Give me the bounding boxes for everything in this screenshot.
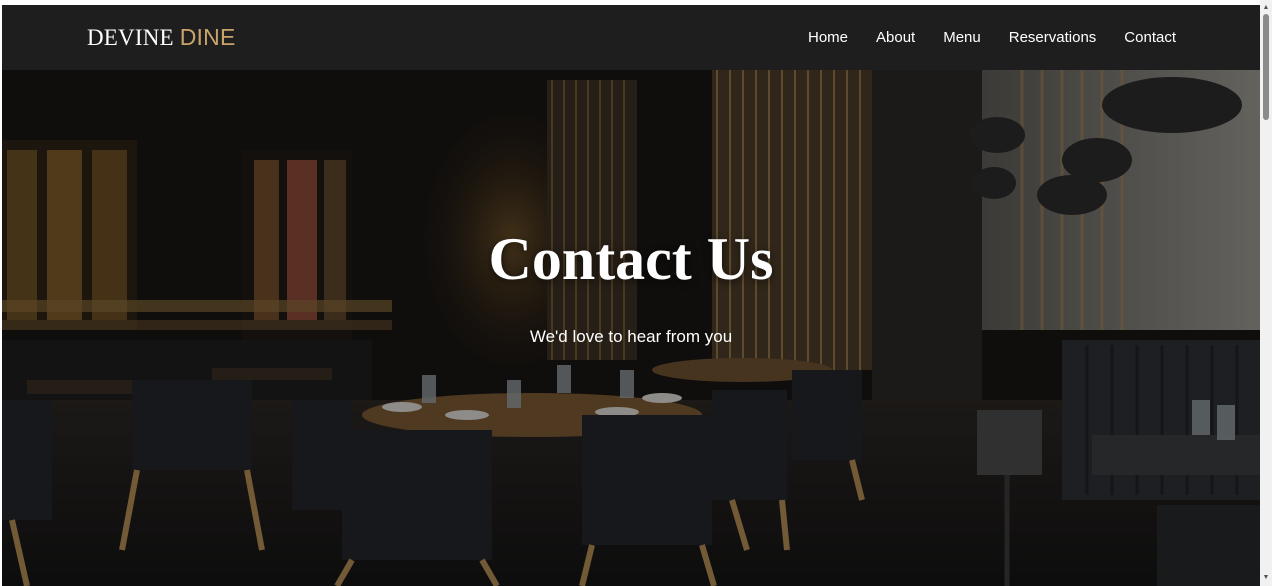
brand-name: DEVINE — [87, 25, 174, 50]
nav-links: Home About Menu Reservations Contact — [808, 29, 1176, 46]
triangle-down-icon[interactable]: ▼ — [1260, 572, 1272, 584]
nav-link-about[interactable]: About — [876, 29, 915, 46]
nav-link-home[interactable]: Home — [808, 29, 848, 46]
brand-name-accent: DINE — [179, 24, 236, 50]
hero-section: Contact Us We'd love to hear from you — [2, 70, 1260, 586]
nav-link-contact[interactable]: Contact — [1124, 29, 1176, 46]
hero-subtitle: We'd love to hear from you — [529, 327, 733, 346]
triangle-up-icon[interactable]: ▲ — [1260, 2, 1272, 14]
nav-link-reservations[interactable]: Reservations — [1009, 29, 1097, 46]
hero-title: Contact Us — [488, 226, 774, 292]
scrollbar-thumb[interactable] — [1263, 14, 1269, 120]
page-viewport: DEVINE DINE Home About Menu Reservations… — [2, 5, 1260, 586]
navbar: DEVINE DINE Home About Menu Reservations… — [2, 5, 1260, 70]
vertical-scrollbar[interactable]: ▲ ▼ — [1260, 0, 1272, 586]
brand-logo[interactable]: DEVINE DINE — [87, 24, 236, 51]
hero-content: Contact Us We'd love to hear from you — [2, 70, 1260, 586]
nav-link-menu[interactable]: Menu — [943, 29, 981, 46]
